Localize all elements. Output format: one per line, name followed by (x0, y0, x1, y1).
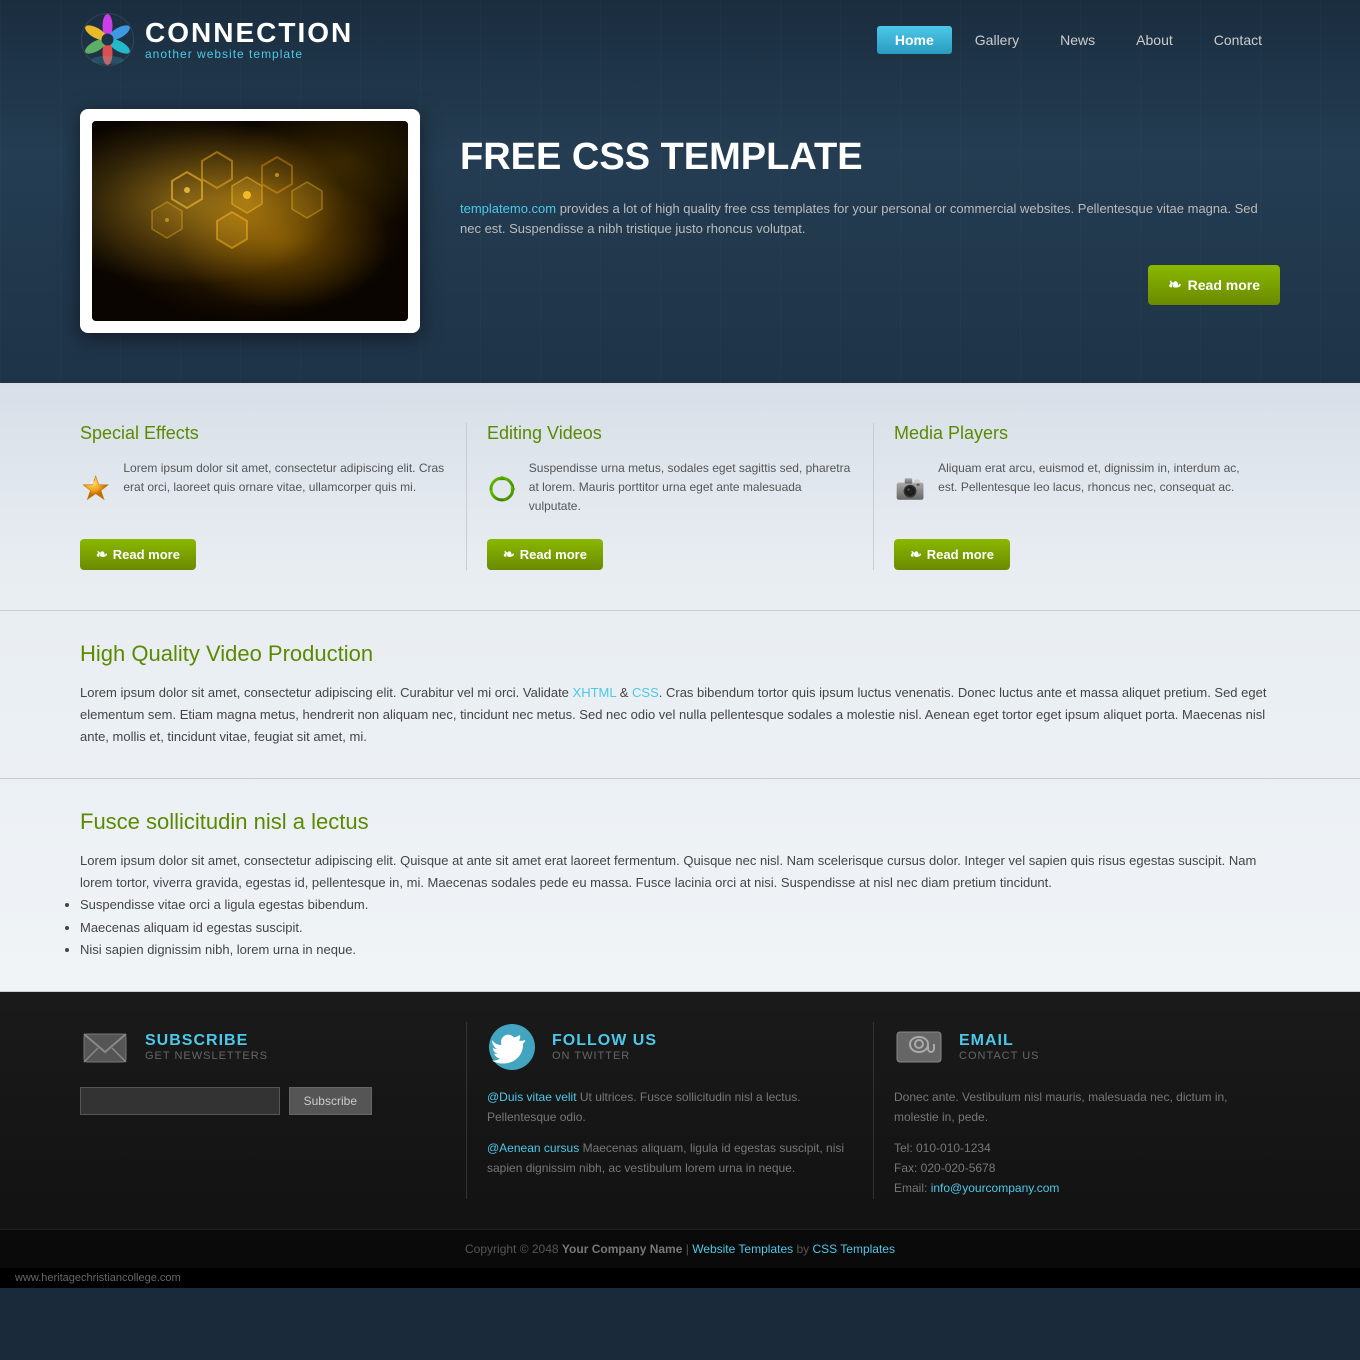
subscribe-form: Subscribe (80, 1087, 446, 1115)
email-subtitle: CONTACT US (959, 1050, 1040, 1062)
feature-body-3: Aliquam erat arcu, euismod et, dignissim… (894, 459, 1260, 519)
main-nav: Home Gallery News About Contact (877, 26, 1280, 54)
footer-top: SUBSCRIBE GET NEWSLETTERS Subscribe FOLL… (0, 992, 1360, 1229)
logo-text: CONNECTION another website template (145, 19, 353, 61)
feature-title-3: Media Players (894, 423, 1260, 444)
feature-media-players: Media Players (874, 423, 1280, 570)
email-icon (894, 1022, 944, 1072)
subscribe-input[interactable] (80, 1087, 280, 1115)
article1-mid: & (616, 685, 632, 700)
hero-description: templatemo.com provides a lot of high qu… (460, 199, 1280, 241)
nav-contact[interactable]: Contact (1196, 26, 1280, 54)
feature-read-more-2[interactable]: Read more (487, 539, 603, 570)
subscribe-title-area: SUBSCRIBE GET NEWSLETTERS (145, 1032, 268, 1062)
subscribe-title: SUBSCRIBE (145, 1032, 268, 1050)
email-title: EMAIL (959, 1032, 1040, 1050)
footer: SUBSCRIBE GET NEWSLETTERS Subscribe FOLL… (0, 992, 1360, 1268)
feature-title-2: Editing Videos (487, 423, 853, 444)
email-tel: Tel: 010-010-1234 (894, 1138, 1260, 1158)
article-body-2: Lorem ipsum dolor sit amet, consectetur … (80, 850, 1280, 894)
email-contact: Email: info@yourcompany.com (894, 1178, 1260, 1198)
copyright-text: Copyright © 2048 (465, 1242, 562, 1256)
camera-icon (894, 459, 926, 519)
subscribe-subtitle: GET NEWSLETTERS (145, 1050, 268, 1062)
footer-by: by (793, 1242, 812, 1256)
logo-area: CONNECTION another website template (80, 12, 353, 67)
nav-about[interactable]: About (1118, 26, 1191, 54)
nav-gallery[interactable]: Gallery (957, 26, 1037, 54)
css-templates-link[interactable]: CSS Templates (812, 1242, 894, 1256)
email-label: Email: (894, 1181, 931, 1195)
article1-link-xhtml[interactable]: XHTML (573, 685, 617, 700)
site-tagline: another website template (145, 47, 353, 61)
article-list: Suspendisse vitae orci a ligula egestas … (80, 894, 1280, 960)
header: CONNECTION another website template Home… (0, 0, 1360, 383)
hero-description-text: provides a lot of high quality free css … (460, 201, 1258, 237)
logo-icon (80, 12, 135, 67)
header-top: CONNECTION another website template Home… (0, 0, 1360, 79)
feature-text-3: Aliquam erat arcu, euismod et, dignissim… (938, 459, 1260, 519)
feature-text-1: Lorem ipsum dolor sit amet, consectetur … (123, 459, 446, 519)
subscribe-button[interactable]: Subscribe (289, 1087, 372, 1115)
feature-editing-videos: Editing Videos (467, 423, 874, 570)
feature-title-1: Special Effects (80, 423, 446, 444)
hero-title: FREE CSS TEMPLATE (460, 137, 1280, 179)
article-title-2: Fusce sollicitudin nisl a lectus (80, 809, 1280, 835)
twitter-title: FOLLOW US (552, 1032, 657, 1050)
email-title-area: EMAIL CONTACT US (959, 1032, 1040, 1062)
article-video-production: High Quality Video Production Lorem ipsu… (0, 611, 1360, 779)
footer-email-col: EMAIL CONTACT US Donec ante. Vestibulum … (874, 1022, 1280, 1199)
recycle-icon (487, 459, 517, 519)
twitter-post-2: @Aenean cursus Maecenas aliquam, ligula … (487, 1138, 853, 1179)
twitter-user-2[interactable]: @Aenean cursus (487, 1141, 579, 1155)
feature-text-2: Suspendisse urna metus, sodales eget sag… (529, 459, 853, 519)
site-title: CONNECTION (145, 19, 353, 47)
footer-twitter-header: FOLLOW US ON TWITTER (487, 1022, 853, 1072)
hero-image (92, 121, 408, 321)
status-url: www.heritagechristiancollege.com (15, 1272, 181, 1284)
footer-subscribe-col: SUBSCRIBE GET NEWSLETTERS Subscribe (80, 1022, 467, 1199)
nav-home[interactable]: Home (877, 26, 952, 54)
article-body-1: Lorem ipsum dolor sit amet, consectetur … (80, 682, 1280, 748)
feature-read-more-1[interactable]: Read more (80, 539, 196, 570)
email-fax: Fax: 020-020-5678 (894, 1158, 1260, 1178)
star-icon (80, 459, 111, 519)
twitter-icon (487, 1022, 537, 1072)
footer-email-header: EMAIL CONTACT US (894, 1022, 1260, 1072)
twitter-subtitle: ON TWITTER (552, 1050, 657, 1062)
feature-read-more-3[interactable]: Read more (894, 539, 1010, 570)
website-templates-link[interactable]: Website Templates (692, 1242, 793, 1256)
twitter-post-1: @Duis vitae velit Ut ultrices. Fusce sol… (487, 1087, 853, 1128)
list-item-2: Maecenas aliquam id egestas suscipit. (80, 917, 1280, 939)
feature-body-1: Lorem ipsum dolor sit amet, consectetur … (80, 459, 446, 519)
nav-news[interactable]: News (1042, 26, 1113, 54)
footer-separator: | (682, 1242, 692, 1256)
footer-twitter-col: FOLLOW US ON TWITTER @Duis vitae velit U… (467, 1022, 874, 1199)
hero-read-more-button[interactable]: Read more (1148, 265, 1280, 305)
company-name: Your Company Name (562, 1242, 682, 1256)
feature-special-effects: Special Effects Lorem ipsum dolo (80, 423, 467, 570)
footer-bottom: Copyright © 2048 Your Company Name | Web… (0, 1229, 1360, 1268)
twitter-user-1[interactable]: @Duis vitae velit (487, 1090, 577, 1104)
article1-link-css[interactable]: CSS (632, 685, 659, 700)
email-link[interactable]: info@yourcompany.com (931, 1181, 1060, 1195)
envelope-icon (80, 1022, 130, 1072)
footer-subscribe-header: SUBSCRIBE GET NEWSLETTERS (80, 1022, 446, 1072)
list-item-1: Suspendisse vitae orci a ligula egestas … (80, 894, 1280, 916)
status-bar: www.heritagechristiancollege.com (0, 1268, 1360, 1288)
features-section: Special Effects Lorem ipsum dolo (0, 383, 1360, 611)
list-item-3: Nisi sapien dignissim nibh, lorem urna i… (80, 939, 1280, 961)
feature-body-2: Suspendisse urna metus, sodales eget sag… (487, 459, 853, 519)
main-content: Special Effects Lorem ipsum dolo (0, 383, 1360, 992)
hero-link[interactable]: templatemo.com (460, 201, 556, 216)
hero-image-container (80, 109, 420, 333)
hero-section: FREE CSS TEMPLATE templatemo.com provide… (0, 79, 1360, 383)
twitter-title-area: FOLLOW US ON TWITTER (552, 1032, 657, 1062)
email-address-text: Donec ante. Vestibulum nisl mauris, male… (894, 1087, 1260, 1128)
article-title-1: High Quality Video Production (80, 641, 1280, 667)
article1-body-start: Lorem ipsum dolor sit amet, consectetur … (80, 685, 573, 700)
hero-content: FREE CSS TEMPLATE templatemo.com provide… (460, 137, 1280, 305)
article-fusce: Fusce sollicitudin nisl a lectus Lorem i… (0, 779, 1360, 991)
